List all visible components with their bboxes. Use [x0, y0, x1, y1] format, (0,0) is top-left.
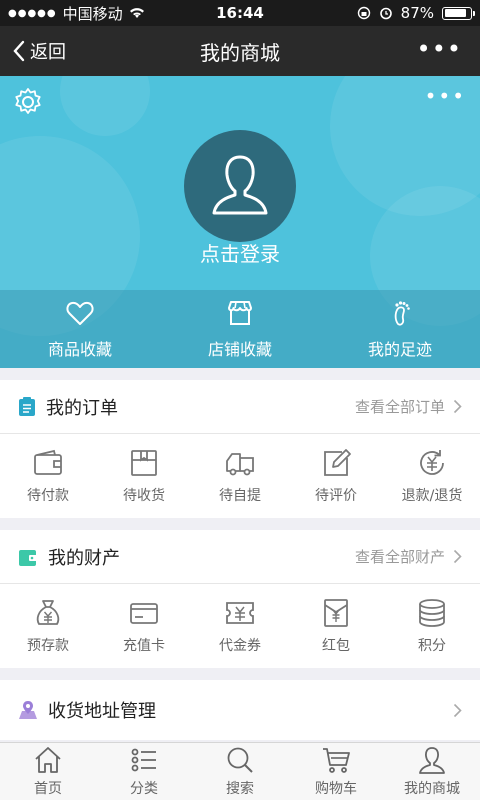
favorite-products-label: 商品收藏 — [47, 340, 112, 359]
pending-receipt-label: 待收货 — [123, 488, 165, 504]
view-all-orders-label: 查看全部订单 — [354, 398, 445, 416]
favorite-products-button[interactable]: 商品收藏 — [0, 290, 160, 368]
assets-section: 我的财产 查看全部财产 预存款 充值卡 代金券 红包 积分 — [0, 530, 480, 668]
tab-home[interactable]: 首页 — [0, 743, 96, 800]
alarm-icon — [379, 7, 392, 20]
category-icon — [131, 748, 156, 772]
search-icon — [227, 747, 253, 773]
address-management-row[interactable]: 收货地址管理 — [0, 680, 480, 740]
back-button[interactable]: 返回 — [0, 38, 66, 64]
user-icon — [419, 747, 445, 774]
voucher-button[interactable]: 代金券 — [192, 584, 288, 668]
orders-grid: 待付款 待收货 待自提 待评价 退款/退货 — [0, 434, 480, 518]
avatar[interactable] — [184, 130, 296, 242]
chevron-right-icon — [453, 549, 462, 564]
signal-icon: ●●●●● — [8, 7, 57, 19]
pending-review-button[interactable]: 待评价 — [288, 434, 384, 518]
battery-fill — [444, 9, 467, 17]
address-title: 收货地址管理 — [48, 701, 156, 722]
nav-bar: 返回 我的商城 ••• — [0, 26, 480, 76]
pending-payment-label: 待付款 — [27, 488, 69, 504]
truck-icon — [226, 453, 254, 476]
assets-grid: 预存款 充值卡 代金券 红包 积分 — [0, 584, 480, 668]
pending-review-label: 待评价 — [315, 488, 357, 504]
view-all-assets-link[interactable]: 查看全部财产 — [355, 546, 462, 567]
carrier-label: 中国移动 — [62, 4, 123, 23]
voucher-label: 代金券 — [219, 638, 261, 654]
red-envelope-icon — [324, 599, 348, 627]
user-silhouette-icon — [212, 155, 268, 215]
favorite-stores-label: 店铺收藏 — [207, 340, 272, 359]
footprint-icon — [394, 301, 410, 326]
pending-receipt-button[interactable]: 待收货 — [96, 434, 192, 518]
prepaid-deposit-label: 预存款 — [27, 638, 69, 654]
tab-search-label: 搜索 — [226, 781, 254, 797]
favorites-bar: 商品收藏 店铺收藏 我的足迹 — [0, 290, 480, 368]
view-all-assets-label: 查看全部财产 — [354, 548, 445, 566]
view-all-orders-link[interactable]: 查看全部订单 — [355, 396, 462, 417]
back-label: 返回 — [30, 42, 66, 63]
pending-pickup-button[interactable]: 待自提 — [192, 434, 288, 518]
orders-title: 我的订单 — [46, 397, 118, 419]
tab-cart[interactable]: 购物车 — [288, 743, 384, 800]
assets-header[interactable]: 我的财产 查看全部财产 — [0, 530, 480, 584]
tab-cart-label: 购物车 — [315, 781, 357, 797]
voucher-icon — [226, 602, 254, 624]
refund-icon — [420, 450, 444, 475]
wifi-icon — [129, 8, 144, 18]
status-bar: ●●●●● 中国移动 16:44 87% — [0, 0, 480, 26]
edit-icon — [324, 449, 351, 476]
red-envelope-button[interactable]: 红包 — [288, 584, 384, 668]
favorite-stores-button[interactable]: 店铺收藏 — [160, 290, 320, 368]
money-bag-icon — [36, 600, 60, 625]
clipboard-icon — [19, 396, 35, 416]
tab-bar: 首页 分类 搜索 购物车 我的商城 — [0, 742, 480, 800]
wallet-icon — [34, 449, 62, 475]
tab-my-mall-label: 我的商城 — [404, 781, 460, 797]
prepaid-deposit-button[interactable]: 预存款 — [0, 584, 96, 668]
pending-pickup-label: 待自提 — [219, 488, 261, 504]
points-label: 积分 — [418, 638, 446, 654]
card-icon — [130, 603, 158, 624]
login-link[interactable]: 点击登录 — [0, 238, 480, 267]
settings-gear-icon[interactable] — [12, 86, 44, 118]
tab-search[interactable]: 搜索 — [192, 743, 288, 800]
location-map-icon — [19, 701, 37, 719]
chevron-left-icon — [13, 40, 25, 62]
red-envelope-label: 红包 — [322, 638, 350, 654]
orders-section: 我的订单 查看全部订单 待付款 待收货 待自提 待评价 退款/退货 — [0, 380, 480, 518]
home-icon — [35, 747, 61, 773]
rotation-lock-icon — [357, 6, 370, 20]
profile-more-button[interactable]: ••• — [425, 86, 466, 106]
pending-payment-button[interactable]: 待付款 — [0, 434, 96, 518]
wallet-green-icon — [19, 549, 37, 566]
coins-icon — [419, 599, 445, 627]
address-section: 收货地址管理 — [0, 680, 480, 740]
more-menu-button[interactable]: ••• — [417, 37, 462, 61]
heart-icon — [66, 301, 94, 325]
cart-icon — [323, 748, 350, 773]
recharge-card-button[interactable]: 充值卡 — [96, 584, 192, 668]
package-icon — [131, 450, 157, 476]
page-title: 我的商城 — [200, 40, 280, 65]
profile-header: ••• 点击登录 商品收藏 店铺收藏 我的足迹 — [0, 76, 480, 368]
battery-percent: 87% — [400, 4, 434, 22]
store-icon — [228, 301, 252, 325]
recharge-card-label: 充值卡 — [123, 638, 165, 654]
refund-return-button[interactable]: 退款/退货 — [384, 434, 480, 518]
refund-return-label: 退款/退货 — [401, 488, 463, 504]
orders-header[interactable]: 我的订单 查看全部订单 — [0, 380, 480, 434]
chevron-right-icon — [453, 399, 462, 414]
tab-category-label: 分类 — [130, 781, 158, 797]
tab-my-mall[interactable]: 我的商城 — [384, 743, 480, 800]
tab-category[interactable]: 分类 — [96, 743, 192, 800]
tab-home-label: 首页 — [34, 781, 62, 797]
background-bubble — [60, 76, 150, 136]
assets-title: 我的财产 — [48, 547, 120, 569]
points-button[interactable]: 积分 — [384, 584, 480, 668]
chevron-right-icon — [453, 703, 462, 717]
footprint-button[interactable]: 我的足迹 — [320, 290, 480, 368]
footprint-label: 我的足迹 — [367, 340, 432, 359]
battery-icon — [442, 6, 475, 20]
